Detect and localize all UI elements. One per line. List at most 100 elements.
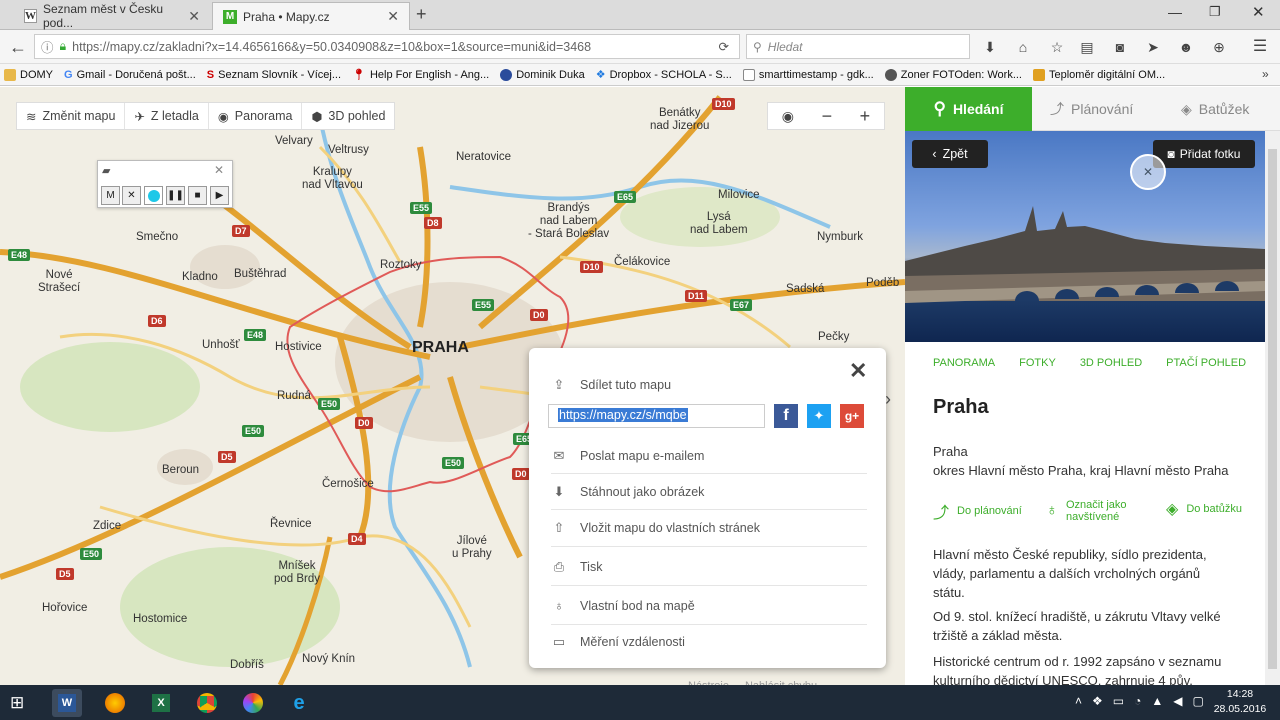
maximize-button[interactable]: ❐ bbox=[1209, 4, 1221, 20]
bookmark-item[interactable]: DOMY bbox=[4, 68, 53, 81]
recorder-x-button[interactable]: ✕ bbox=[122, 186, 141, 205]
zoom-out-button[interactable]: − bbox=[822, 106, 833, 127]
volume-icon[interactable]: ◀ bbox=[1173, 694, 1182, 708]
bookmark-star-icon[interactable]: ☆ bbox=[1047, 37, 1067, 57]
pause-icon[interactable]: ❚❚ bbox=[166, 186, 185, 205]
home-icon[interactable]: ⌂ bbox=[1013, 37, 1033, 57]
bookmark-item[interactable]: 📍︎ Help For English - Ang... bbox=[352, 68, 489, 82]
bookmarks-library-icon[interactable]: ▤ bbox=[1077, 37, 1097, 57]
tab-planning[interactable]: ⤴ Plánování bbox=[1050, 87, 1133, 131]
tab-mapy[interactable]: M Praha • Mapy.cz ✕ bbox=[212, 2, 410, 30]
reload-icon[interactable]: ⟳ bbox=[719, 39, 729, 54]
mark-visited-button[interactable]: ♁ Označit jako navštívené bbox=[1046, 499, 1166, 523]
bookmark-item[interactable]: Teploměr digitální OM... bbox=[1033, 68, 1165, 81]
road-shield: E50 bbox=[80, 548, 103, 560]
zoom-in-button[interactable]: + bbox=[860, 106, 871, 127]
back-arrow-icon[interactable]: ← bbox=[8, 37, 28, 57]
picasa-taskbar-icon[interactable] bbox=[238, 689, 268, 717]
chat-icon[interactable]: ☻ bbox=[1176, 37, 1196, 57]
route-icon: ⤴ bbox=[933, 505, 950, 522]
bird-view-link[interactable]: PTAČÍ POHLED bbox=[1166, 357, 1246, 369]
embed-map-row[interactable]: ⇧ Vložit mapu do vlastních stránek bbox=[551, 510, 867, 547]
send-icon[interactable]: ➤ bbox=[1143, 37, 1163, 57]
close-recorder-icon[interactable]: ✕ bbox=[214, 163, 224, 177]
info-icon[interactable]: ⓘ bbox=[41, 37, 54, 56]
wifi-icon[interactable]: ◔ bbox=[1134, 694, 1141, 708]
view3d-link[interactable]: 3D POHLED bbox=[1080, 357, 1142, 369]
search-bar[interactable]: ⚲ Hledat bbox=[746, 34, 970, 59]
detail-panel: ⚲ Hledání ⤴ Plánování ◈ Batůžek ‹ Zpět ◙ Přid… bbox=[905, 87, 1280, 685]
notifications-icon[interactable]: ▢ bbox=[1193, 694, 1204, 708]
plane-view-button[interactable]: ✈ Z letadla bbox=[125, 103, 209, 129]
windows-start-icon[interactable]: ⊞ bbox=[10, 693, 24, 713]
close-tab-icon[interactable]: ✕ bbox=[188, 8, 200, 25]
drive-icon[interactable]: ▲ bbox=[1151, 694, 1163, 708]
bookmark-item[interactable]: G Gmail - Doručená pošt... bbox=[64, 69, 196, 81]
tab-wikipedia[interactable]: W Seznam měst v Česku pod... ✕ bbox=[14, 2, 210, 30]
firefox-taskbar-icon[interactable] bbox=[100, 689, 130, 717]
dropbox-icon[interactable]: ❖ bbox=[1092, 694, 1103, 708]
email-map-row[interactable]: ✉ Poslat mapu e-mailem bbox=[551, 438, 867, 474]
word-taskbar-icon[interactable]: W bbox=[52, 689, 82, 717]
download-icon[interactable]: ⬇ bbox=[980, 37, 1000, 57]
place-label: Roztoky bbox=[380, 259, 422, 271]
panorama-link[interactable]: PANORAMA bbox=[933, 357, 995, 369]
tab-backpack[interactable]: ◈ Batůžek bbox=[1181, 87, 1249, 131]
globe-icon[interactable]: ⊕ bbox=[1209, 37, 1229, 57]
share-url-input[interactable]: https://mapy.cz/s/mqbe bbox=[548, 404, 765, 428]
battery-icon[interactable]: ▭ bbox=[1113, 694, 1124, 708]
stop-icon[interactable]: ■ bbox=[188, 186, 207, 205]
menu-icon[interactable]: ☰ bbox=[1250, 37, 1270, 57]
record-button[interactable] bbox=[144, 186, 163, 205]
own-point-row[interactable]: ♁ Vlastní bod na mapě bbox=[551, 587, 867, 625]
search-icon: ⚲ bbox=[753, 39, 762, 54]
bookmarks-overflow-icon[interactable]: » bbox=[1262, 67, 1269, 81]
play-icon[interactable]: ▶ bbox=[210, 186, 229, 205]
panel-scrollbar[interactable] bbox=[1265, 131, 1280, 685]
close-window-button[interactable]: ✕ bbox=[1252, 3, 1265, 21]
bookmark-item[interactable]: smarttimestamp - gdk... bbox=[742, 68, 874, 81]
bookmark-item[interactable]: S Seznam Slovník - Vícej... bbox=[207, 69, 341, 81]
tab-search[interactable]: ⚲ Hledání bbox=[905, 87, 1032, 131]
clock[interactable]: 14:28 28.05.2016 bbox=[1212, 687, 1268, 717]
scrollbar-thumb[interactable] bbox=[1268, 149, 1277, 669]
measure-distance-row[interactable]: ▭ Měření vzdálenosti bbox=[551, 625, 867, 659]
chevron-left-icon: ‹ bbox=[932, 147, 937, 161]
chevron-up-icon[interactable]: ˄ bbox=[1075, 694, 1082, 708]
new-tab-button[interactable]: + bbox=[416, 4, 427, 25]
url-bar[interactable]: ⓘ 🔒︎ https://mapy.cz/zakladni?x=14.46561… bbox=[34, 34, 740, 59]
bookmark-item[interactable]: ❖ Dropbox - SCHOLA - S... bbox=[596, 68, 732, 82]
photo-links: PANORAMA FOTKY 3D POHLED PTAČÍ POHLED bbox=[933, 357, 1246, 369]
print-row[interactable]: ⎙ Tisk bbox=[551, 548, 867, 586]
chrome-taskbar-icon[interactable] bbox=[192, 689, 222, 717]
close-tab-icon[interactable]: ✕ bbox=[387, 8, 399, 25]
minimize-button[interactable]: — bbox=[1168, 4, 1182, 20]
photos-link[interactable]: FOTKY bbox=[1019, 357, 1056, 369]
back-button[interactable]: ‹ Zpět bbox=[912, 140, 988, 168]
to-backpack-button[interactable]: ◈ Do batůžku bbox=[1166, 499, 1242, 519]
panorama-button[interactable]: ◉ Panorama bbox=[209, 103, 303, 129]
view3d-button[interactable]: ⬢ 3D pohled bbox=[302, 103, 394, 129]
download-image-row[interactable]: ⬇ Stáhnout jako obrázek bbox=[551, 474, 867, 510]
pocket-icon[interactable]: ◙ bbox=[1110, 37, 1130, 57]
road-shield: D7 bbox=[232, 225, 250, 237]
facebook-icon[interactable]: f bbox=[774, 404, 798, 428]
bookmark-item[interactable]: Zoner FOTOden: Work... bbox=[884, 68, 1022, 81]
place-photo[interactable]: ‹ Zpět ◙ Přidat fotku ✕ bbox=[905, 131, 1265, 342]
road-shield: D8 bbox=[424, 217, 442, 229]
twitter-icon[interactable]: ✦ bbox=[807, 404, 831, 428]
recorder-m-button[interactable]: M bbox=[101, 186, 120, 205]
locate-icon[interactable]: ◉ bbox=[782, 108, 794, 125]
bookmark-item[interactable]: Dominik Duka bbox=[500, 68, 585, 81]
road-shield: E48 bbox=[8, 249, 31, 261]
change-map-button[interactable]: ≋ Změnit mapu bbox=[17, 103, 126, 129]
to-planning-button[interactable]: ⤴ Do plánování bbox=[933, 499, 1046, 523]
google-plus-icon[interactable]: g+ bbox=[840, 404, 864, 428]
route-icon: ⤴ bbox=[1050, 101, 1064, 117]
excel-taskbar-icon[interactable]: X bbox=[146, 689, 176, 717]
share-url-text: https://mapy.cz/s/mqbe bbox=[558, 408, 688, 422]
add-photo-button[interactable]: ◙ Přidat fotku bbox=[1153, 140, 1255, 168]
place-label: Neratovice bbox=[456, 151, 511, 163]
ie-taskbar-icon[interactable]: e bbox=[284, 689, 314, 717]
search-placeholder: Hledat bbox=[767, 39, 803, 54]
